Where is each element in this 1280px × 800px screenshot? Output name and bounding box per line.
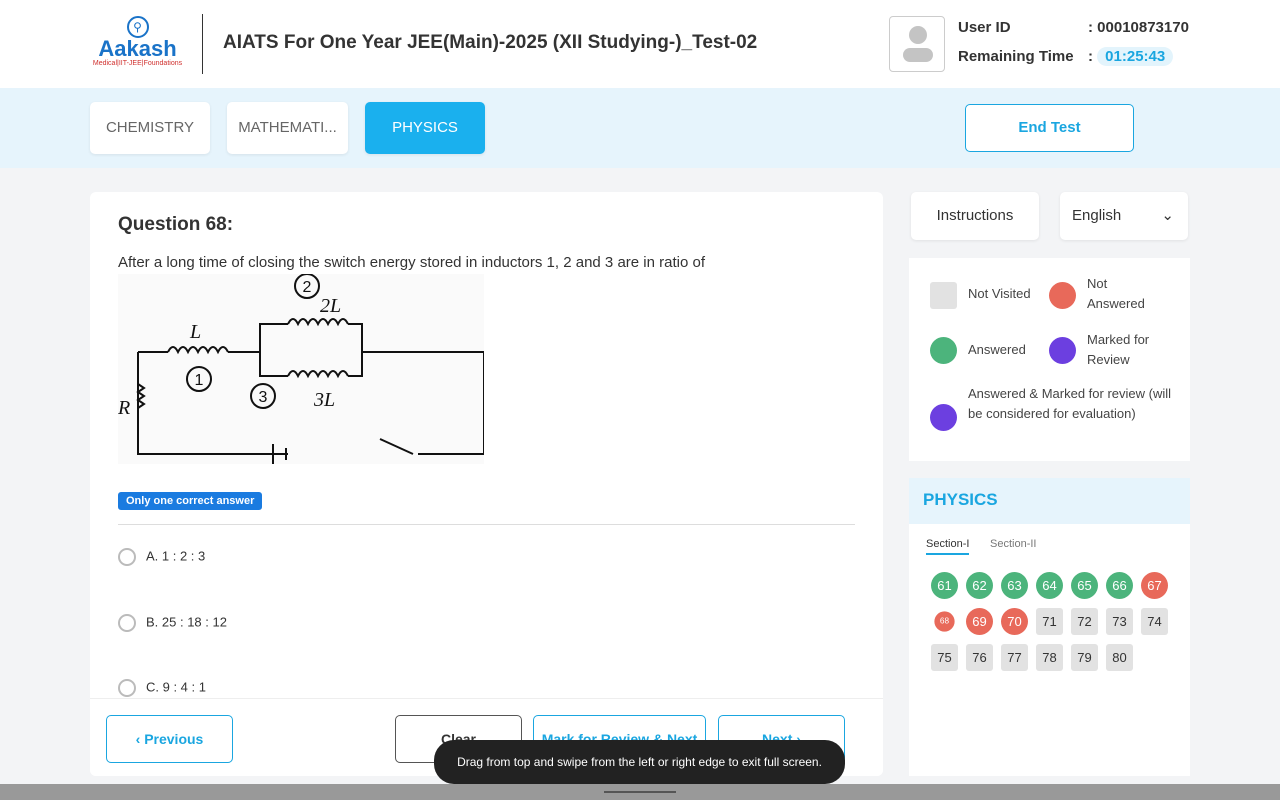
logo-icon: ⚲ bbox=[126, 16, 149, 38]
chevron-down-icon: ⌄ bbox=[1161, 207, 1174, 224]
marked-icon bbox=[1049, 337, 1076, 364]
user-id-value: : 00010873170 bbox=[1088, 19, 1189, 36]
divider bbox=[202, 14, 203, 74]
question-number: Question 68: bbox=[118, 214, 234, 235]
option-c[interactable]: C. 9 : 4 : 1 bbox=[118, 679, 206, 697]
section-tab-1[interactable]: Section-I bbox=[926, 538, 970, 555]
header: ⚲ Aakash Medical|IIT-JEE|Foundations AIA… bbox=[0, 0, 1280, 88]
question-palette: PHYSICS Section-I Section-II 61 62 63 64 65 6… bbox=[909, 478, 1190, 776]
test-title: AIATS For One Year JEE(Main)-2025 (XII S… bbox=[223, 32, 758, 53]
palette-question-77[interactable]: 77 bbox=[1001, 644, 1028, 671]
language-select[interactable]: English ⌄ bbox=[1060, 192, 1188, 240]
palette-question-69[interactable]: 69 bbox=[966, 608, 993, 635]
status-legend: Not Visited Not Answered Answered Marked… bbox=[909, 258, 1190, 461]
remaining-time-label: Remaining Time bbox=[958, 48, 1074, 65]
label-2: 2 bbox=[303, 279, 312, 296]
tab-physics[interactable]: PHYSICS bbox=[365, 102, 485, 154]
legend-marked: Marked for Review bbox=[1087, 332, 1150, 367]
logo-text: Aakash bbox=[98, 36, 177, 61]
option-a[interactable]: A. 1 : 2 : 3 bbox=[118, 548, 205, 566]
circuit-diagram: L 2L 3L R 1 2 3 bbox=[118, 274, 484, 464]
palette-question-71[interactable]: 71 bbox=[1036, 608, 1063, 635]
label-2l: 2L bbox=[320, 295, 341, 317]
question-panel: Question 68: After a long time of closin… bbox=[90, 192, 883, 776]
previous-button[interactable]: ‹ Previous bbox=[106, 715, 233, 763]
legend-answered: Answered bbox=[968, 342, 1026, 357]
option-label: A. 1 : 2 : 3 bbox=[146, 548, 206, 564]
avatar bbox=[889, 16, 945, 72]
palette-question-80[interactable]: 80 bbox=[1106, 644, 1133, 671]
question-text: After a long time of closing the switch … bbox=[118, 254, 705, 271]
palette-question-64[interactable]: 64 bbox=[1036, 572, 1063, 599]
legend-not-visited: Not Visited bbox=[968, 286, 1031, 301]
instructions-button[interactable]: Instructions bbox=[911, 192, 1039, 240]
answered-marked-icon bbox=[930, 404, 957, 431]
user-id-label: User ID bbox=[958, 19, 1011, 36]
chevron-left-icon: ‹ bbox=[135, 731, 145, 747]
legend-answered-marked: Answered & Marked for review (will be co… bbox=[968, 386, 1172, 421]
not-visited-icon bbox=[930, 282, 957, 309]
option-label: C. 9 : 4 : 1 bbox=[146, 679, 206, 695]
label-3: 3 bbox=[259, 389, 268, 406]
label-3l: 3L bbox=[313, 389, 335, 411]
label-r: R bbox=[118, 397, 130, 419]
label-1: 1 bbox=[195, 372, 204, 389]
section-tab-2[interactable]: Section-II bbox=[990, 538, 1036, 550]
palette-question-70[interactable]: 70 bbox=[1001, 608, 1028, 635]
radio-icon[interactable] bbox=[118, 548, 136, 566]
fullscreen-toast: Drag from top and swipe from the left or… bbox=[434, 740, 845, 784]
answered-icon bbox=[930, 337, 957, 364]
palette-question-67[interactable]: 67 bbox=[1141, 572, 1168, 599]
palette-question-63[interactable]: 63 bbox=[1001, 572, 1028, 599]
radio-icon[interactable] bbox=[118, 679, 136, 697]
radio-icon[interactable] bbox=[118, 614, 136, 632]
palette-question-74[interactable]: 74 bbox=[1141, 608, 1168, 635]
logo-tagline: Medical|IIT-JEE|Foundations bbox=[92, 60, 183, 67]
colon: : bbox=[1088, 48, 1093, 65]
aakash-logo: ⚲ Aakash Medical|IIT-JEE|Foundations bbox=[90, 16, 185, 67]
legend-not-answered: Not Answered bbox=[1087, 276, 1145, 311]
palette-question-75[interactable]: 75 bbox=[931, 644, 958, 671]
language-value: English bbox=[1072, 207, 1122, 224]
palette-question-61[interactable]: 61 bbox=[931, 572, 958, 599]
palette-question-72[interactable]: 72 bbox=[1071, 608, 1098, 635]
divider bbox=[118, 524, 855, 525]
palette-question-62[interactable]: 62 bbox=[966, 572, 993, 599]
palette-question-76[interactable]: 76 bbox=[966, 644, 993, 671]
palette-question-68[interactable]: 68 bbox=[934, 611, 955, 632]
previous-label: Previous bbox=[144, 731, 204, 747]
palette-question-79[interactable]: 79 bbox=[1071, 644, 1098, 671]
gesture-bar bbox=[0, 784, 1280, 800]
palette-question-65[interactable]: 65 bbox=[1071, 572, 1098, 599]
option-b[interactable]: B. 25 : 18 : 12 bbox=[118, 614, 227, 632]
label-l: L bbox=[189, 321, 201, 343]
palette-title: PHYSICS bbox=[909, 478, 1190, 524]
end-test-button[interactable]: End Test bbox=[965, 104, 1134, 152]
not-answered-icon bbox=[1049, 282, 1076, 309]
remaining-time-value: 01:25:43 bbox=[1097, 47, 1174, 66]
palette-question-66[interactable]: 66 bbox=[1106, 572, 1133, 599]
option-label: B. 25 : 18 : 12 bbox=[146, 614, 227, 630]
palette-question-73[interactable]: 73 bbox=[1106, 608, 1133, 635]
tab-chemistry[interactable]: CHEMISTRY bbox=[90, 102, 210, 154]
answer-type-badge: Only one correct answer bbox=[118, 492, 263, 510]
tab-mathematics[interactable]: MATHEMATI... bbox=[227, 102, 348, 154]
palette-question-78[interactable]: 78 bbox=[1036, 644, 1063, 671]
